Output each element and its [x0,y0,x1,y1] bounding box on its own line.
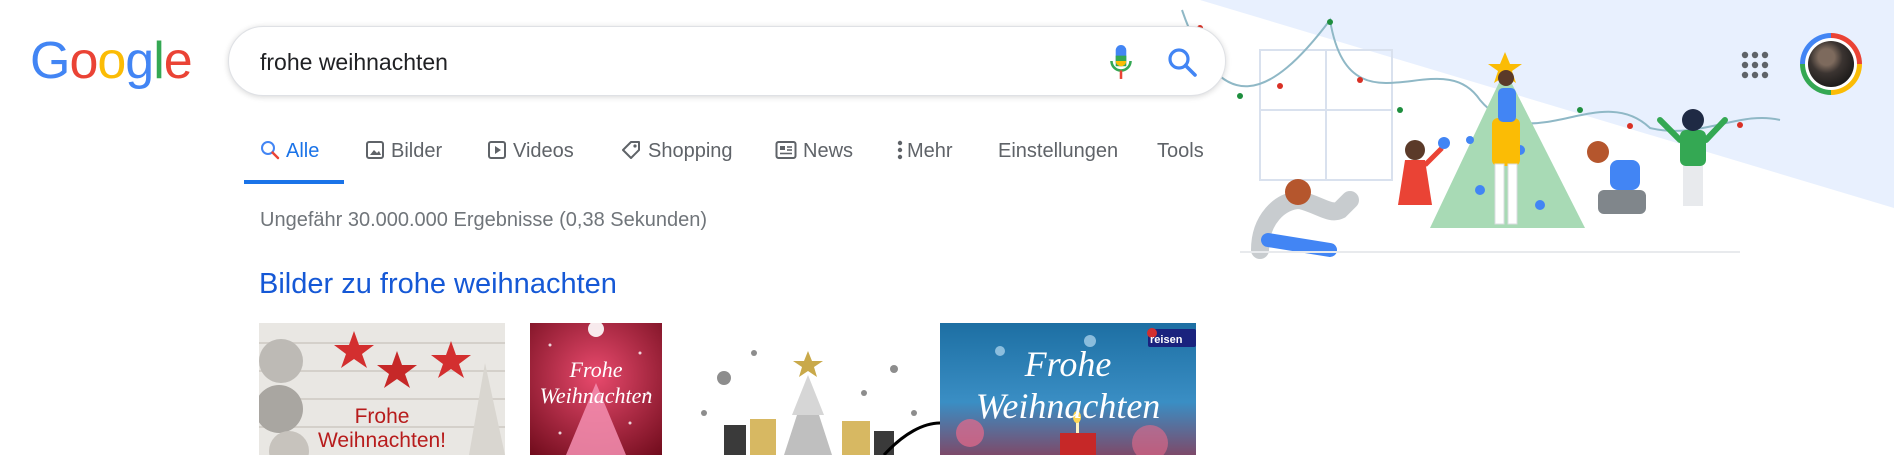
thumbnail-caption: Frohe Weihnachten [940,343,1196,427]
tab-news[interactable]: News [775,122,853,186]
tab-bilder[interactable]: Bilder [365,122,442,186]
apps-grid-icon[interactable] [1740,50,1770,80]
logo-letter: e [163,32,193,90]
logo-letter: o [97,32,126,90]
search-icon [261,140,280,159]
tab-shopping[interactable]: Shopping [620,122,733,186]
search-input[interactable] [260,45,1060,79]
images-section-heading[interactable]: Bilder zu frohe weihnachten [259,266,617,302]
doodle-illustration [1181,0,1894,259]
search-box[interactable] [228,26,1226,96]
tab-label: Mehr [907,140,953,162]
thumbnail-caption: Frohe Weihnachten [530,357,662,409]
image-thumbnail[interactable] [684,323,940,455]
logo-letter: l [153,32,165,90]
logo-letter: o [69,32,98,90]
logo-letter: G [30,32,70,90]
tab-label: Shopping [648,140,733,162]
tab-label: Tools [1157,140,1204,162]
logo-letter: g [125,32,154,90]
thumbnail-caption: Frohe Weihnachten! [259,405,505,453]
thumbnail-text-line: Frohe [1024,344,1112,384]
microphone-icon[interactable] [1108,44,1134,80]
holiday-doodle[interactable] [1180,0,1894,270]
google-logo[interactable]: Google [30,31,193,91]
avatar-ring [1805,38,1857,90]
tab-tools[interactable]: Tools [1157,122,1204,186]
tab-videos[interactable]: Videos [487,122,574,186]
thumbnail-text-line: Weihnachten [539,383,653,408]
thumbnail-text-line: Frohe [569,357,623,382]
tab-label: News [803,140,854,162]
video-icon [488,140,506,159]
more-vert-icon [897,140,903,159]
account-avatar[interactable] [1800,33,1862,95]
news-icon [775,140,797,159]
avatar-photo [1808,41,1854,87]
result-stats: Ungefähr 30.000.000 Ergebnisse (0,38 Sek… [260,209,707,231]
tab-alle[interactable]: Alle [244,122,344,186]
thumbnail-badge: reisen [1150,334,1183,346]
active-tab-indicator [244,180,344,184]
tag-icon [622,140,640,159]
image-icon [366,140,384,159]
tab-label: Bilder [391,140,443,162]
thumbnail-text-line: Weihnachten! [317,429,447,452]
tab-mehr[interactable]: Mehr [896,122,953,186]
tab-label: Einstellungen [998,140,1119,162]
tab-label: Alle [286,140,320,162]
thumbnail-text-line: Weihnachten [975,386,1161,426]
search-icon[interactable] [1166,46,1198,78]
thumbnail-text-line: Frohe [354,405,410,428]
tab-label: Videos [513,140,574,162]
tab-einstellungen[interactable]: Einstellungen [998,122,1118,186]
thumbnail-image [684,323,940,455]
